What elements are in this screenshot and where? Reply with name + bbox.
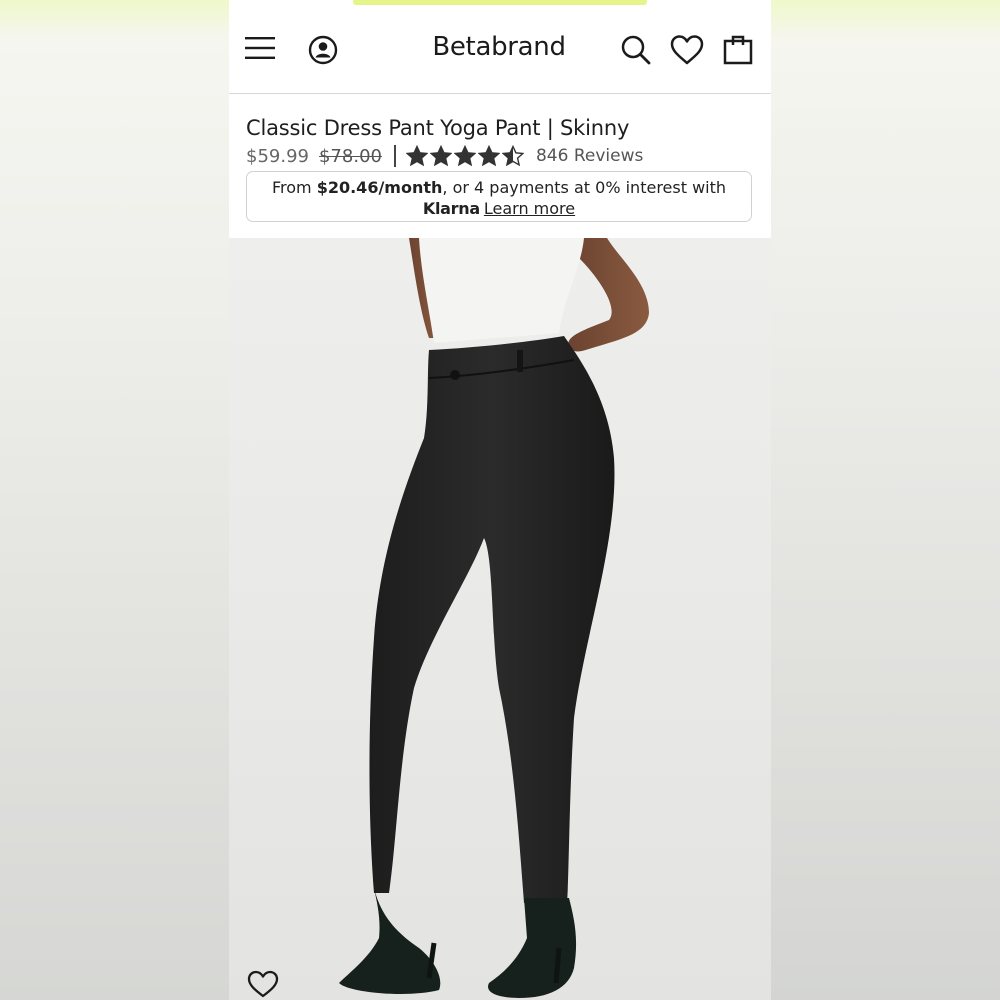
shopping-bag-icon[interactable] [719, 30, 757, 68]
learn-more-link[interactable]: Learn more [484, 199, 575, 218]
blurred-backdrop-right [771, 0, 1000, 1000]
model-wearing-pants-illustration [339, 238, 649, 998]
mobile-screen: Betabrand Classic Dress Pant Yoga Pant |… [229, 0, 771, 1000]
klarna-amount: $20.46/month [316, 178, 443, 197]
klarna-line-1: From $20.46/month, or 4 payments at 0% i… [247, 177, 751, 198]
original-price: $78.00 [318, 145, 382, 167]
klarna-prefix: From [271, 178, 317, 197]
klarna-logo: Klarna [422, 199, 480, 218]
sale-price: $59.99 [246, 145, 309, 167]
star-icon [453, 145, 476, 167]
star-icon [405, 145, 428, 167]
star-rating[interactable] [405, 145, 524, 167]
reviews-link[interactable]: 846 Reviews [536, 146, 643, 166]
site-header: Betabrand [229, 5, 771, 94]
blurred-backdrop-left [0, 0, 229, 1000]
heart-outline-icon[interactable] [247, 970, 279, 998]
klarna-financing-banner: From $20.46/month, or 4 payments at 0% i… [246, 171, 752, 222]
brand-logo[interactable]: Betabrand [419, 32, 579, 62]
price-row: $59.99 $78.00 846 Reviews [246, 143, 643, 169]
klarna-suffix: , or 4 payments at 0% interest with [442, 178, 727, 197]
star-icon [477, 145, 500, 167]
product-photo[interactable] [229, 238, 771, 1000]
hamburger-menu-icon[interactable] [241, 29, 279, 67]
star-icon [501, 145, 524, 167]
product-title: Classic Dress Pant Yoga Pant | Skinny [246, 116, 630, 140]
product-info: Classic Dress Pant Yoga Pant | Skinny $5… [229, 94, 771, 238]
divider [393, 145, 396, 167]
heart-icon[interactable] [668, 31, 706, 69]
user-account-icon[interactable] [304, 31, 342, 69]
star-icon [429, 145, 452, 167]
search-icon[interactable] [617, 31, 655, 69]
klarna-line-2: Klarna Learn more [247, 198, 751, 219]
